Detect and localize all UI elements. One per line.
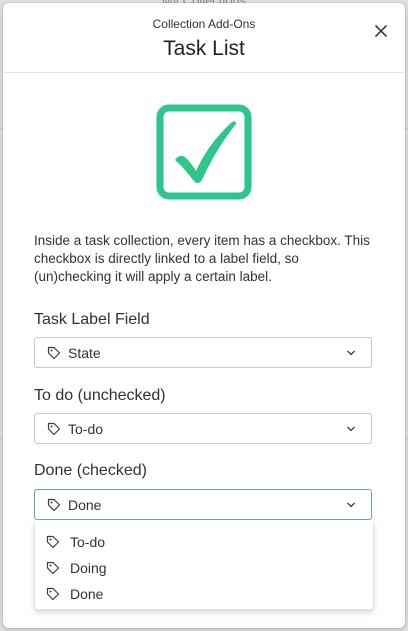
dropdown-option-label: Done: [70, 586, 104, 602]
select-value: Done: [68, 497, 102, 513]
close-icon[interactable]: [372, 22, 390, 40]
tag-icon: [47, 346, 61, 360]
chevron-down-icon: [347, 502, 355, 508]
chevron-down-icon: [347, 426, 355, 432]
tag-icon: [47, 422, 61, 436]
done-checked-label: Done (checked): [34, 462, 147, 479]
task-label-field-label: Task Label Field: [34, 311, 150, 328]
dropdown-option-done[interactable]: Done: [35, 581, 373, 607]
todo-unchecked-label: To do (unchecked): [34, 387, 166, 404]
tag-icon: [47, 498, 61, 512]
task-list-modal: Collection Add-Ons Task List Inside a ta…: [3, 3, 405, 628]
dropdown-option-doing[interactable]: Doing: [35, 555, 373, 581]
tag-icon: [46, 535, 60, 549]
dropdown-option-label: To-do: [70, 534, 106, 550]
select-value: State: [68, 345, 101, 361]
description-text: Inside a task collection, every item has…: [34, 233, 370, 284]
dropdown-option-todo[interactable]: To-do: [35, 529, 373, 555]
task-label-field-select[interactable]: State: [34, 337, 372, 368]
modal-title: Task List: [163, 37, 245, 60]
dropdown-option-label: Doing: [70, 560, 107, 576]
tag-icon: [46, 587, 60, 601]
select-value: To-do: [68, 421, 104, 437]
checkbox-checked-icon: [156, 104, 252, 200]
chevron-down-icon: [347, 350, 355, 356]
modal-subtitle: Collection Add-Ons: [152, 17, 256, 31]
done-checked-select[interactable]: Done: [34, 489, 372, 520]
done-dropdown-menu: To-do Doing Done: [34, 522, 374, 610]
todo-unchecked-select[interactable]: To-do: [34, 413, 372, 444]
modal-header: Collection Add-Ons Task List: [3, 3, 405, 73]
tag-icon: [46, 561, 60, 575]
